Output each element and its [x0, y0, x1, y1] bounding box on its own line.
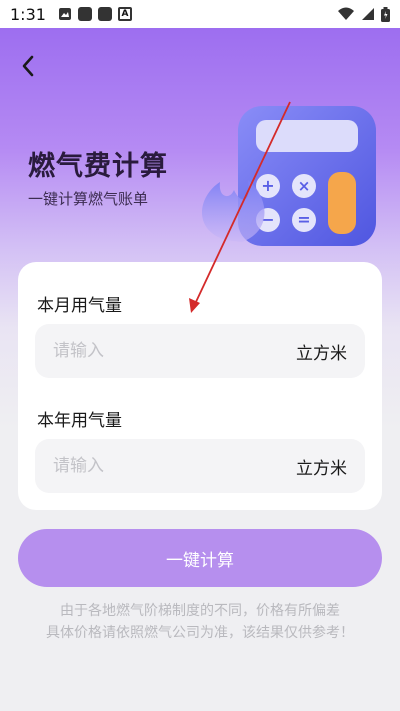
- monthly-usage-unit: 立方米: [296, 343, 347, 364]
- disclaimer-text: 由于各地燃气阶梯制度的不同，价格有所偏差 具体价格请依照燃气公司为准，该结果仅供…: [20, 600, 380, 644]
- yearly-usage-field[interactable]: 立方米: [35, 439, 365, 493]
- wifi-icon: [338, 7, 354, 20]
- image-icon: [58, 8, 71, 20]
- notification-icons: A: [58, 7, 132, 21]
- monthly-usage-field[interactable]: 立方米: [35, 324, 365, 378]
- yearly-usage-input[interactable]: [53, 456, 296, 476]
- monthly-usage-input[interactable]: [53, 341, 296, 361]
- calculate-button[interactable]: 一键计算: [18, 529, 382, 587]
- svg-text:+: +: [261, 176, 274, 195]
- signal-icon: [362, 8, 374, 20]
- disclaimer-line-2: 具体价格请依照燃气公司为准，该结果仅供参考！: [46, 625, 354, 641]
- app-icon: [97, 7, 112, 21]
- monthly-usage-label: 本月用气量: [37, 296, 122, 316]
- chevron-left-icon: [22, 55, 34, 77]
- page-title: 燃气费计算: [28, 151, 168, 182]
- a-icon: A: [117, 7, 132, 21]
- gas-usage-form-card: 本月用气量 立方米 本年用气量 立方米: [18, 262, 382, 510]
- svg-text:×: ×: [298, 177, 311, 195]
- status-time: 1:31: [10, 4, 46, 24]
- svg-text:=: =: [297, 210, 310, 229]
- disclaimer-line-1: 由于各地燃气阶梯制度的不同，价格有所偏差: [60, 603, 340, 619]
- app-icon: [77, 7, 92, 21]
- calculator-flame-illustration: + × − =: [202, 106, 376, 246]
- back-button[interactable]: [14, 52, 42, 80]
- page-subtitle: 一键计算燃气账单: [28, 190, 149, 208]
- yearly-usage-label: 本年用气量: [37, 411, 122, 431]
- system-icons: [337, 6, 390, 22]
- battery-icon: [381, 6, 390, 22]
- yearly-usage-unit: 立方米: [296, 458, 347, 479]
- status-bar: 1:31 A: [0, 0, 400, 28]
